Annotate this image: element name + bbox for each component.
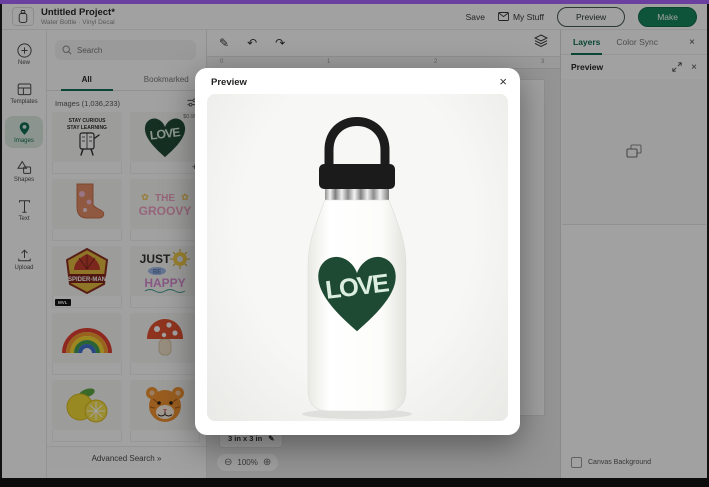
app-window: Untitled Project* Water Bottle · Vinyl D… — [0, 0, 709, 487]
modal-title: Preview — [211, 77, 247, 88]
preview-modal: Preview × — [195, 68, 520, 435]
mockup-image: LOVE — [207, 94, 508, 421]
modal-close-icon[interactable]: × — [499, 74, 507, 89]
brand-purple-bar — [0, 0, 709, 4]
window-bottom-bar — [0, 478, 709, 487]
water-bottle-mockup: LOVE — [207, 94, 508, 421]
